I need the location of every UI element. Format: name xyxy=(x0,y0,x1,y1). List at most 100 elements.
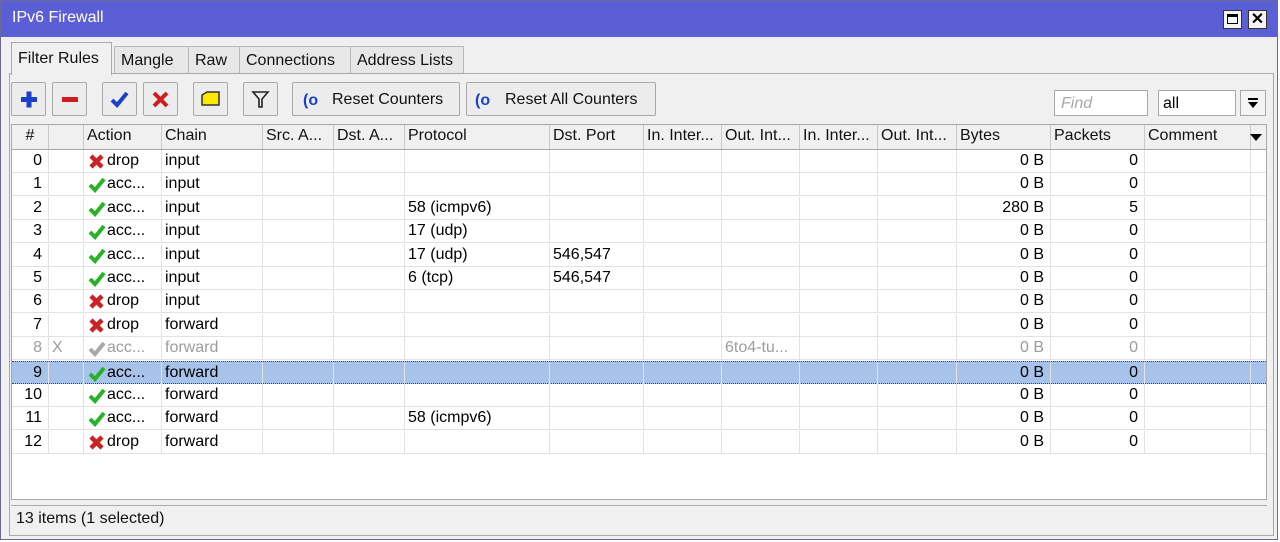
filter-rules-table[interactable]: # Action Chain Src. A... Dst. A... Protocol Ds… xyxy=(11,124,1267,500)
cell-packets: 0 xyxy=(1051,313,1145,336)
cell-dst-port xyxy=(550,196,644,219)
table-row[interactable]: 7 drop forward 0 B0 xyxy=(12,313,1266,337)
header-col-flag[interactable] xyxy=(49,125,84,149)
header-col-packets[interactable]: Packets xyxy=(1051,125,1145,149)
cell-number: 5 xyxy=(12,267,49,289)
reset-all-counters-button[interactable]: (o Reset All Counters xyxy=(466,82,656,116)
cell-action: acc... xyxy=(84,243,162,266)
cell-chain: forward xyxy=(162,337,263,360)
accept-check-icon xyxy=(88,201,106,217)
header-col-bytes[interactable]: Bytes xyxy=(957,125,1051,149)
cell-protocol xyxy=(405,361,550,384)
enable-button[interactable] xyxy=(102,82,137,116)
cell-out-interface-list xyxy=(878,337,957,360)
column-menu-button[interactable] xyxy=(1245,125,1266,149)
cell-protocol xyxy=(405,290,550,313)
cell-dst-port xyxy=(550,313,644,336)
comment-button[interactable] xyxy=(193,82,228,116)
table-row[interactable]: 6 drop input 0 B0 xyxy=(12,290,1266,314)
cell-src-address xyxy=(263,430,334,453)
table-row[interactable]: 5 acc... input 6 (tcp) 546,547 0 B0 xyxy=(12,267,1266,290)
header-col-dst-port[interactable]: Dst. Port xyxy=(550,125,644,149)
table-row[interactable]: 2 acc... input 58 (icmpv6) 280 B5 xyxy=(12,196,1266,220)
cell-in-interface xyxy=(644,150,722,172)
header-col-in-interface-list[interactable]: In. Inter... xyxy=(800,125,878,149)
cell-bytes: 0 B xyxy=(957,267,1051,289)
drop-x-icon xyxy=(89,154,104,169)
cell-bytes: 0 B xyxy=(957,407,1051,430)
table-row[interactable]: 3 acc... input 17 (udp) 0 B0 xyxy=(12,220,1266,244)
header-col-number[interactable]: # xyxy=(12,125,49,149)
header-col-src-address[interactable]: Src. A... xyxy=(263,125,334,149)
close-button[interactable]: ✕ xyxy=(1248,10,1267,29)
header-col-comment[interactable]: Comment xyxy=(1145,125,1251,149)
header-col-in-interface[interactable]: In. Inter... xyxy=(644,125,722,149)
cell-number: 10 xyxy=(12,384,49,406)
header-col-out-interface-list[interactable]: Out. Int... xyxy=(878,125,957,149)
cell-packets: 0 xyxy=(1051,173,1145,196)
cell-in-interface xyxy=(644,337,722,360)
tab-address-lists[interactable]: Address Lists xyxy=(350,46,464,74)
filter-dropdown-button[interactable] xyxy=(1240,90,1266,116)
header-col-chain[interactable]: Chain xyxy=(162,125,263,149)
cell-out-interface xyxy=(722,173,800,196)
accept-check-icon xyxy=(88,248,106,264)
cell-dst-address xyxy=(334,361,405,384)
table-row[interactable]: 0 drop input 0 B0 xyxy=(12,150,1266,173)
cell-protocol: 17 (udp) xyxy=(405,243,550,266)
table-row[interactable]: 1 acc... input 0 B0 xyxy=(12,173,1266,197)
cell-action: acc... xyxy=(84,384,162,406)
header-col-dst-address[interactable]: Dst. A... xyxy=(334,125,405,149)
cell-action: acc... xyxy=(84,361,162,384)
cell-src-address xyxy=(263,384,334,406)
cell-dst-port xyxy=(550,430,644,453)
table-row[interactable]: 12 drop forward 0 B0 xyxy=(12,430,1266,454)
cell-action: drop xyxy=(84,430,162,453)
header-col-protocol[interactable]: Protocol xyxy=(405,125,550,149)
remove-button[interactable] xyxy=(52,82,87,116)
table-row[interactable]: 11 acc... forward 58 (icmpv6) 0 B0 xyxy=(12,407,1266,431)
cell-src-address xyxy=(263,150,334,172)
table-row[interactable]: 4 acc... input 17 (udp) 546,547 0 B0 xyxy=(12,243,1266,267)
cell-out-interface xyxy=(722,361,800,384)
filter-icon xyxy=(251,91,270,108)
cell-in-interface-list xyxy=(800,361,878,384)
cell-number: 1 xyxy=(12,173,49,196)
disable-button[interactable] xyxy=(143,82,178,116)
maximize-button[interactable] xyxy=(1223,10,1242,29)
cell-out-interface: 6to4-tu... xyxy=(722,337,800,360)
action-label: acc... xyxy=(107,222,146,240)
cell-comment xyxy=(1145,430,1251,453)
cell-dst-address xyxy=(334,384,405,406)
cell-out-interface-list xyxy=(878,361,957,384)
cell-in-interface-list xyxy=(800,196,878,219)
cell-in-interface-list xyxy=(800,173,878,196)
cell-packets: 0 xyxy=(1051,407,1145,430)
filter-button[interactable] xyxy=(243,82,278,116)
cell-src-address xyxy=(263,243,334,266)
drop-x-icon xyxy=(89,294,104,309)
cell-comment xyxy=(1145,384,1251,406)
table-row[interactable]: 9 acc... forward 0 B0 xyxy=(12,360,1266,384)
table-row[interactable]: 8 Xacc... forward 6to4-tu... 0 B0 xyxy=(12,337,1266,361)
tab-connections[interactable]: Connections xyxy=(239,46,351,74)
table-row[interactable]: 10 acc... forward 0 B0 xyxy=(12,384,1266,407)
cell-comment xyxy=(1145,243,1251,266)
filter-select[interactable]: all xyxy=(1158,90,1236,116)
find-input[interactable]: Find xyxy=(1054,90,1148,116)
tab-mangle[interactable]: Mangle xyxy=(114,46,192,74)
tab-raw[interactable]: Raw xyxy=(188,46,243,74)
add-icon xyxy=(21,91,37,108)
reset-counters-button[interactable]: (o Reset Counters xyxy=(292,82,460,116)
cell-in-interface xyxy=(644,173,722,196)
title-bar[interactable]: IPv6 Firewall ✕ xyxy=(1,1,1277,37)
header-col-out-interface[interactable]: Out. Int... xyxy=(722,125,800,149)
tab-filter-rules[interactable]: Filter Rules xyxy=(11,42,112,75)
cell-chain: input xyxy=(162,290,263,313)
cell-src-address xyxy=(263,313,334,336)
cell-action: acc... xyxy=(84,407,162,430)
cell-number: 12 xyxy=(12,430,49,453)
header-col-action[interactable]: Action xyxy=(84,125,162,149)
cell-dst-port xyxy=(550,361,644,384)
add-button[interactable] xyxy=(11,82,46,116)
